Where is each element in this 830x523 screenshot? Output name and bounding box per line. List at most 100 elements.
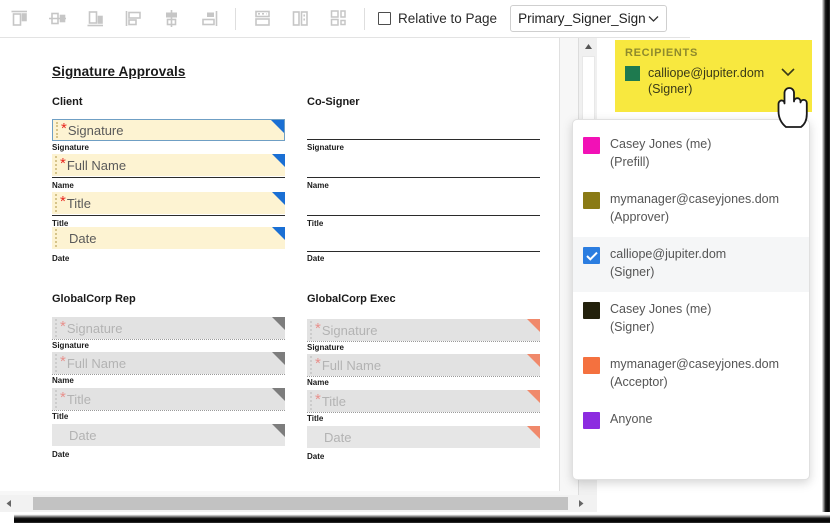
- field-placeholder: Full Name: [67, 356, 126, 371]
- field-caption-title: Title: [307, 219, 323, 228]
- field-client-signature[interactable]: * Signature: [52, 119, 285, 141]
- list-item[interactable]: mymanager@caseyjones.dom (Approver): [573, 182, 809, 237]
- field-underline: [52, 215, 285, 216]
- field-corner-flag-icon: [272, 227, 285, 240]
- field-left-rule: [55, 194, 57, 212]
- align-right-icon[interactable]: [190, 4, 228, 34]
- field-underline: [52, 339, 285, 340]
- field-corner-flag-icon: [272, 317, 285, 330]
- field-exec-signature[interactable]: * Signature: [307, 319, 540, 341]
- field-caption-name: Name: [52, 181, 74, 190]
- field-caption-title: Title: [307, 414, 323, 423]
- field-name-select[interactable]: Primary_Signer_Signat: [510, 5, 667, 32]
- field-corner-flag-icon: [272, 352, 285, 365]
- field-left-rule: [310, 356, 312, 374]
- field-placeholder: Title: [67, 196, 91, 211]
- field-placeholder: Date: [69, 428, 96, 443]
- field-name-value: Primary_Signer_Signat: [518, 11, 645, 26]
- distribute-horizontal-icon[interactable]: [281, 4, 319, 34]
- page-title: Signature Approvals: [52, 64, 185, 79]
- field-rep-title[interactable]: * Title: [52, 388, 285, 410]
- field-caption-date: Date: [307, 452, 324, 461]
- field-exec-date[interactable]: Date: [307, 426, 540, 448]
- document-horizontal-scrollbar[interactable]: [0, 495, 597, 512]
- field-exec-fullname[interactable]: * Full Name: [307, 354, 540, 376]
- field-rep-date[interactable]: Date: [52, 424, 285, 446]
- required-asterisk-icon: *: [315, 356, 321, 371]
- recipient-name: Casey Jones (me): [610, 301, 711, 318]
- caret-up-icon[interactable]: [579, 38, 598, 55]
- field-underline: [307, 412, 540, 413]
- field-corner-flag-icon: [527, 354, 540, 367]
- field-left-rule: [55, 319, 57, 337]
- field-caption-signature: Signature: [52, 341, 89, 350]
- field-caption-date: Date: [307, 254, 324, 263]
- field-corner-flag-icon: [272, 192, 285, 205]
- distribute-vertical-icon[interactable]: [243, 4, 281, 34]
- horizontal-scroll-thumb[interactable]: [33, 497, 568, 510]
- section-label-globalcorp-rep: GlobalCorp Rep: [52, 293, 136, 305]
- field-left-rule: [55, 229, 57, 247]
- recipient-name: mymanager@caseyjones.dom: [610, 356, 779, 373]
- required-asterisk-icon: *: [315, 392, 321, 407]
- field-placeholder: Signature: [67, 321, 123, 336]
- field-placeholder: Date: [69, 231, 96, 246]
- field-caption-signature: Signature: [307, 143, 344, 152]
- recipient-color-swatch: [583, 192, 600, 209]
- window-bottom-edge-cap: [0, 512, 14, 523]
- toolbar-divider-2: [364, 8, 365, 30]
- align-left-icon[interactable]: [114, 4, 152, 34]
- relative-to-page-label: Relative to Page: [398, 11, 497, 26]
- recipient-role: (Signer): [610, 263, 726, 281]
- checkbox-checked-icon[interactable]: [583, 247, 600, 264]
- field-underline: [52, 374, 285, 375]
- caret-right-icon[interactable]: [573, 495, 590, 512]
- align-top-icon[interactable]: [0, 4, 38, 34]
- toolbar-divider: [235, 8, 236, 30]
- recipient-color-swatch: [583, 412, 600, 429]
- field-rep-signature[interactable]: * Signature: [52, 317, 285, 339]
- alignment-toolbar: Relative to Page Primary_Signer_Signat: [0, 0, 812, 37]
- document-page: Signature Approvals Client * Signature S…: [0, 38, 560, 491]
- align-bottom-icon[interactable]: [76, 4, 114, 34]
- field-client-fullname[interactable]: * Full Name: [52, 154, 285, 176]
- field-caption-date: Date: [52, 450, 69, 459]
- field-corner-flag-icon: [527, 390, 540, 403]
- field-client-title[interactable]: * Title: [52, 192, 285, 214]
- list-item[interactable]: Casey Jones (me) (Signer): [573, 292, 809, 347]
- document-viewport[interactable]: Signature Approvals Client * Signature S…: [0, 38, 597, 508]
- field-rep-fullname[interactable]: * Full Name: [52, 352, 285, 374]
- match-size-icon[interactable]: [319, 4, 357, 34]
- field-underline: [307, 177, 540, 178]
- field-placeholder: Full Name: [322, 358, 381, 373]
- section-label-client: Client: [52, 96, 83, 108]
- field-left-rule: [55, 354, 57, 372]
- field-corner-flag-icon: [527, 319, 540, 332]
- align-middle-horizontal-icon[interactable]: [38, 4, 76, 34]
- caret-left-icon[interactable]: [0, 495, 17, 512]
- field-underline: [307, 139, 540, 140]
- recipient-name: Anyone: [610, 411, 652, 428]
- page-outline-icon[interactable]: [378, 12, 391, 25]
- recipient-dropdown-list[interactable]: Casey Jones (me) (Prefill) mymanager@cas…: [572, 119, 810, 480]
- align-center-vertical-icon[interactable]: [152, 4, 190, 34]
- field-client-date[interactable]: Date: [52, 227, 285, 249]
- field-underline: [307, 376, 540, 377]
- field-caption-date: Date: [52, 254, 69, 263]
- list-item-selected[interactable]: calliope@jupiter.dom (Signer): [573, 237, 809, 292]
- field-corner-flag-icon: [271, 120, 284, 133]
- relative-to-page-toggle[interactable]: Relative to Page: [378, 11, 497, 26]
- field-placeholder: Full Name: [67, 158, 126, 173]
- list-item[interactable]: Casey Jones (me) (Prefill): [573, 127, 809, 182]
- recipient-name: calliope@jupiter.dom: [610, 246, 726, 263]
- recipient-email: calliope@jupiter.dom: [648, 65, 764, 81]
- recipients-panel: RECIPIENTS calliope@jupiter.dom (Signer)…: [598, 38, 812, 508]
- required-asterisk-icon: *: [60, 156, 66, 171]
- field-exec-title[interactable]: * Title: [307, 390, 540, 412]
- field-left-rule: [310, 392, 312, 410]
- recipient-color-swatch: [583, 137, 600, 154]
- list-item[interactable]: Anyone: [573, 402, 809, 457]
- recipient-dropdown-chevron-down-icon[interactable]: [780, 64, 796, 82]
- list-item[interactable]: mymanager@caseyjones.dom (Acceptor): [573, 347, 809, 402]
- field-corner-flag-icon: [527, 426, 540, 439]
